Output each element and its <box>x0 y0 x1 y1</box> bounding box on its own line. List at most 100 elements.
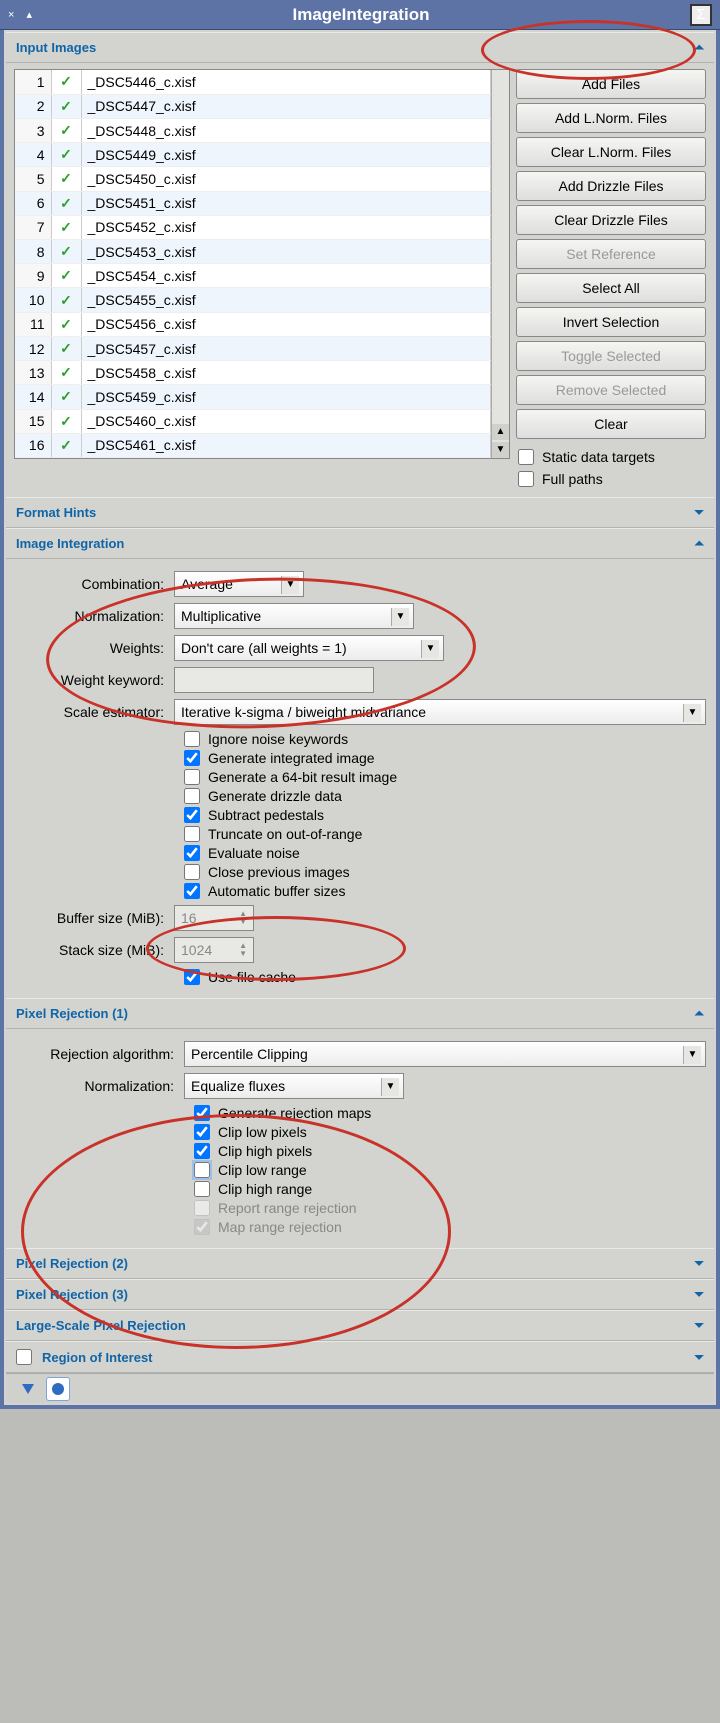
file-row[interactable]: 11 _DSC5456_c.xisf <box>15 312 491 336</box>
file-row[interactable]: 8_DSC5453_c.xisf <box>15 240 491 264</box>
section-pixel-rejection-2[interactable]: Pixel Rejection (2) ⏷ <box>6 1248 714 1279</box>
chevron-down-icon: ▼ <box>683 1046 701 1064</box>
eval-noise-checkbox[interactable] <box>184 845 200 861</box>
scrollbar[interactable]: ▲ ▼ <box>491 70 509 458</box>
stack-size-input: 1024▲▼ <box>174 937 254 963</box>
clear-drizzle-button[interactable]: Clear Drizzle Files <box>516 205 706 235</box>
add-files-button[interactable]: Add Files <box>516 69 706 99</box>
rejection-algorithm-select[interactable]: Percentile Clipping▼ <box>184 1041 706 1067</box>
new-instance-icon[interactable] <box>14 1377 38 1401</box>
check-icon <box>51 143 81 167</box>
check-icon <box>51 361 81 385</box>
section-region-of-interest[interactable]: Region of Interest ⏷ <box>6 1341 714 1373</box>
check-icon <box>51 288 81 312</box>
file-row[interactable]: 3_DSC5448_c.xisf <box>15 118 491 142</box>
file-row[interactable]: 10_DSC5455_c.xisf <box>15 288 491 312</box>
file-index: 11 <box>15 312 51 336</box>
clip-low-pixels-checkbox[interactable] <box>194 1124 210 1140</box>
chevron-down-icon: ⏷ <box>694 1287 704 1302</box>
section-format-hints[interactable]: Format Hints ⏷ <box>6 497 714 528</box>
gen-64bit-checkbox[interactable] <box>184 769 200 785</box>
clear-button[interactable]: Clear <box>516 409 706 439</box>
scroll-up-icon[interactable]: ▲ <box>492 424 509 440</box>
sigma-icon[interactable]: Σ <box>690 4 712 26</box>
file-row[interactable]: 14_DSC5459_c.xisf <box>15 385 491 409</box>
section-large-scale-rejection[interactable]: Large-Scale Pixel Rejection ⏷ <box>6 1310 714 1341</box>
section-title: Large-Scale Pixel Rejection <box>16 1318 186 1333</box>
section-title: Image Integration <box>16 536 124 551</box>
scroll-down-icon[interactable]: ▼ <box>492 442 509 458</box>
weights-label: Weights: <box>14 640 174 656</box>
chevron-down-icon: ⏷ <box>694 505 704 520</box>
titlebar[interactable]: × ▴ ImageIntegration Σ <box>0 0 720 30</box>
file-name: _DSC5449_c.xisf <box>81 143 491 167</box>
set-reference-button[interactable]: Set Reference <box>516 239 706 269</box>
select-all-button[interactable]: Select All <box>516 273 706 303</box>
stack-size-label: Stack size (MiB): <box>14 942 174 958</box>
chevron-up-icon: ⏶ <box>694 1006 704 1021</box>
normalization-label: Normalization: <box>14 608 174 624</box>
rejection-algorithm-label: Rejection algorithm: <box>14 1046 184 1062</box>
buffer-size-input: 16▲▼ <box>174 905 254 931</box>
apply-icon[interactable] <box>46 1377 70 1401</box>
section-image-integration[interactable]: Image Integration ⏶ <box>6 528 714 559</box>
clip-high-pixels-checkbox[interactable] <box>194 1143 210 1159</box>
check-icon <box>51 167 81 191</box>
combination-select[interactable]: Average▼ <box>174 571 304 597</box>
file-name: _DSC5456_c.xisf <box>81 312 491 336</box>
file-row[interactable]: 9_DSC5454_c.xisf <box>15 264 491 288</box>
scale-estimator-select[interactable]: Iterative k-sigma / biweight midvariance… <box>174 699 706 725</box>
file-row[interactable]: 6_DSC5451_c.xisf <box>15 191 491 215</box>
chevron-down-icon: ▼ <box>381 1078 399 1096</box>
file-index: 2 <box>15 94 51 118</box>
check-icon <box>51 118 81 142</box>
gen-integrated-checkbox[interactable] <box>184 750 200 766</box>
file-row[interactable]: 16_DSC5461_c.xisf <box>15 433 491 457</box>
clear-lnorm-button[interactable]: Clear L.Norm. Files <box>516 137 706 167</box>
file-row[interactable]: 1_DSC5446_c.xisf <box>15 70 491 94</box>
check-icon <box>51 409 81 433</box>
full-paths-checkbox[interactable]: Full paths <box>518 471 706 487</box>
scale-estimator-label: Scale estimator: <box>14 704 174 720</box>
use-file-cache-checkbox[interactable] <box>184 969 200 985</box>
file-row[interactable]: 13_DSC5458_c.xisf <box>15 361 491 385</box>
ignore-noise-checkbox[interactable] <box>184 731 200 747</box>
file-row[interactable]: 12_DSC5457_c.xisf <box>15 336 491 360</box>
file-name: _DSC5458_c.xisf <box>81 361 491 385</box>
weights-select[interactable]: Don't care (all weights = 1)▼ <box>174 635 444 661</box>
gen-rejection-maps-checkbox[interactable] <box>194 1105 210 1121</box>
section-title: Format Hints <box>16 505 96 520</box>
clip-high-range-checkbox[interactable] <box>194 1181 210 1197</box>
section-pixel-rejection-1[interactable]: Pixel Rejection (1) ⏶ <box>6 998 714 1029</box>
file-row[interactable]: 5_DSC5450_c.xisf <box>15 167 491 191</box>
rej-normalization-select[interactable]: Equalize fluxes▼ <box>184 1073 404 1099</box>
file-list[interactable]: 1_DSC5446_c.xisf2_DSC5447_c.xisf3_DSC544… <box>14 69 510 459</box>
invert-selection-button[interactable]: Invert Selection <box>516 307 706 337</box>
subtract-pedestals-checkbox[interactable] <box>184 807 200 823</box>
remove-selected-button[interactable]: Remove Selected <box>516 375 706 405</box>
toggle-selected-button[interactable]: Toggle Selected <box>516 341 706 371</box>
close-icon[interactable]: × <box>8 9 14 21</box>
check-icon <box>51 191 81 215</box>
add-lnorm-button[interactable]: Add L.Norm. Files <box>516 103 706 133</box>
file-row[interactable]: 4_DSC5449_c.xisf <box>15 143 491 167</box>
section-input-images[interactable]: Input Images ⏶ <box>6 32 714 63</box>
add-drizzle-button[interactable]: Add Drizzle Files <box>516 171 706 201</box>
chevron-down-icon: ⏷ <box>694 1318 704 1333</box>
clip-low-range-checkbox[interactable] <box>194 1162 210 1178</box>
close-prev-checkbox[interactable] <box>184 864 200 880</box>
file-name: _DSC5454_c.xisf <box>81 264 491 288</box>
section-title: Input Images <box>16 40 96 55</box>
file-row[interactable]: 7_DSC5452_c.xisf <box>15 215 491 239</box>
normalization-select[interactable]: Multiplicative▼ <box>174 603 414 629</box>
roi-checkbox[interactable] <box>16 1349 32 1365</box>
auto-buffer-checkbox[interactable] <box>184 883 200 899</box>
truncate-checkbox[interactable] <box>184 826 200 842</box>
section-pixel-rejection-3[interactable]: Pixel Rejection (3) ⏷ <box>6 1279 714 1310</box>
gen-drizzle-checkbox[interactable] <box>184 788 200 804</box>
file-row[interactable]: 15_DSC5460_c.xisf <box>15 409 491 433</box>
weight-keyword-input <box>174 667 374 693</box>
file-row[interactable]: 2_DSC5447_c.xisf <box>15 94 491 118</box>
combination-label: Combination: <box>14 576 174 592</box>
static-targets-checkbox[interactable]: Static data targets <box>518 449 706 465</box>
